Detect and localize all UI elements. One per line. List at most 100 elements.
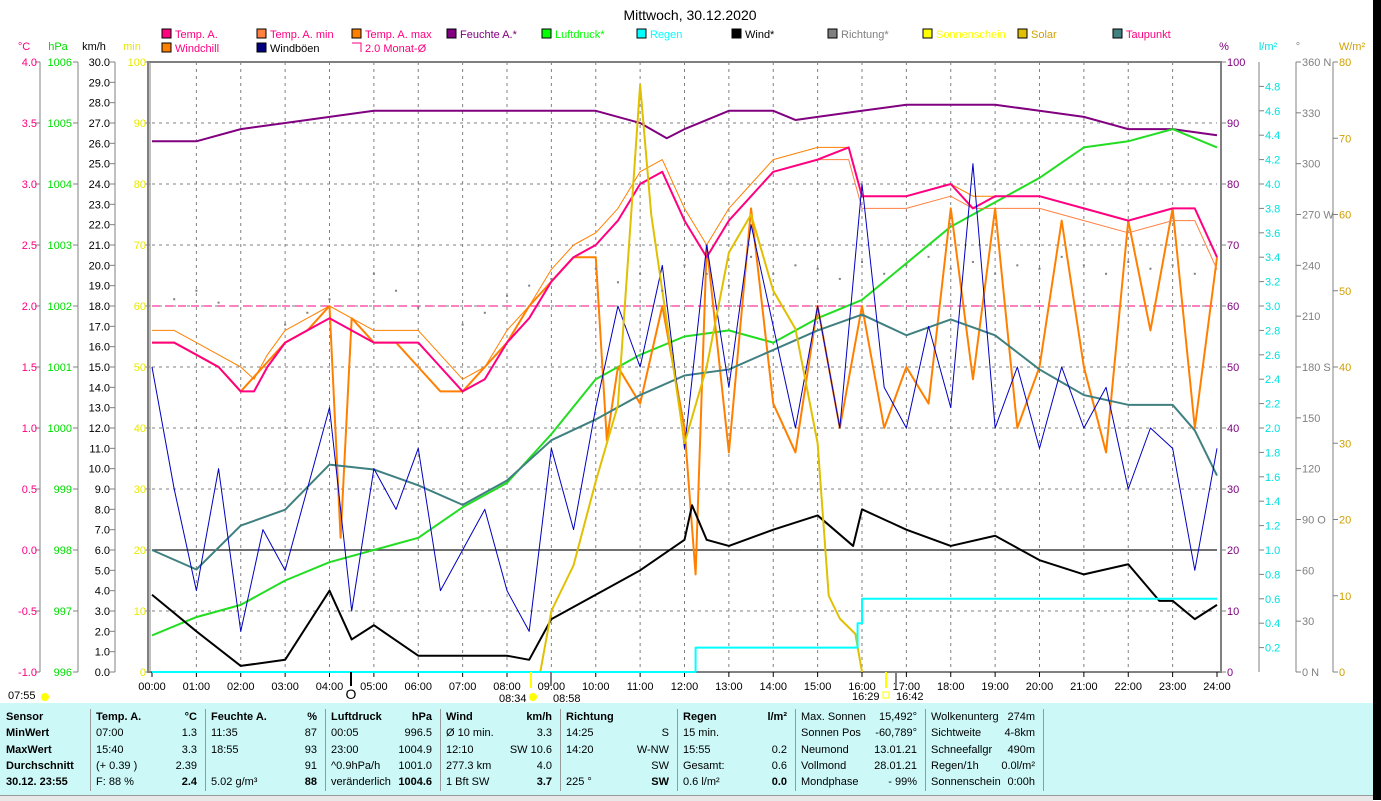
stats-label: Feuchte A. xyxy=(211,711,267,723)
stats-value: 28.01.21 xyxy=(874,759,917,772)
sunset-civil-time: 16:42 xyxy=(896,691,924,703)
stats-label: 5.02 g/m³ xyxy=(211,776,258,789)
axis-tick-label: 120 xyxy=(1302,464,1320,476)
stats-row: 18:55 93 xyxy=(205,742,325,758)
axis-tick-label: 4.0 xyxy=(95,586,110,598)
axis-tick-label: 4.4 xyxy=(1265,130,1280,142)
stats-value: 274m xyxy=(1007,711,1035,723)
stats-row: Gesamt: 0.6 xyxy=(677,758,795,774)
stats-label: Sonnen Pos xyxy=(801,727,861,740)
stats-label: Temp. A. xyxy=(96,711,142,723)
direction-point xyxy=(639,272,642,275)
axis-tick-label: 40 xyxy=(1227,423,1239,435)
axis-tick-label: 999 xyxy=(54,484,72,496)
stats-value: 490m xyxy=(1007,743,1035,756)
stats-row: Schneefallgr 490m xyxy=(925,742,1043,758)
stats-label: 18:55 xyxy=(211,743,239,756)
sunrise-civil-time: 07:55 xyxy=(8,690,36,702)
axis-tick-label: 1.0 xyxy=(22,423,37,435)
stats-label: 277.3 km xyxy=(446,759,492,772)
axis-tick-label: 3.0 xyxy=(95,606,110,618)
direction-point xyxy=(395,289,398,292)
legend-item: 2.0 Monat-Ø xyxy=(352,42,427,55)
series-line-wind xyxy=(151,504,1218,667)
stats-value: -60,789° xyxy=(875,727,917,740)
axis-tick-label: 18.0 xyxy=(89,301,110,313)
axis-unit-solar: W/m² xyxy=(1339,41,1366,53)
x-tick-label: 15:00 xyxy=(804,681,832,693)
direction-point xyxy=(616,281,619,284)
legend: Temp. A. Temp. A. min Temp. A. max Feuchte … xyxy=(161,28,1171,55)
legend-item: Richtung* xyxy=(827,28,889,41)
axis-tick-label: 50 xyxy=(1339,286,1351,298)
x-tick-label: 23:00 xyxy=(1159,681,1187,693)
stats-value: 13.01.21 xyxy=(874,743,917,756)
axis-tick-label: 100 xyxy=(128,57,146,69)
stats-label: F: 88 % xyxy=(96,776,134,789)
stats-column: Max. Sonnen 15,492° Sonnen Pos -60,789° Neum… xyxy=(795,709,926,791)
axis-tick-label: 15.0 xyxy=(89,362,110,374)
direction-point xyxy=(417,306,420,309)
sunrise-time: 08:34 xyxy=(499,693,527,703)
axis-tick-label: 11.0 xyxy=(89,443,110,455)
axis-tick-label: 0.0 xyxy=(95,667,110,679)
stats-row: Wind km/h xyxy=(440,709,560,725)
stats-row: Ø 10 min. 3.3 xyxy=(440,725,560,741)
stats-label: Durchschnitt xyxy=(6,759,74,772)
direction-point xyxy=(306,311,309,314)
sunset-time: 16:29 xyxy=(852,691,880,703)
stats-value: 0.6 xyxy=(771,759,787,772)
axis-tick-label: 2.2 xyxy=(1265,399,1280,411)
legend-item: Taupunkt xyxy=(1112,28,1171,41)
axis-tick-label: 330 xyxy=(1302,108,1320,120)
x-tick-label: 08:00 xyxy=(493,681,521,693)
axis-tick-label: 998 xyxy=(54,545,72,557)
stats-value: 4-8km xyxy=(1004,727,1035,740)
x-tick-label: 10:00 xyxy=(582,681,610,693)
stats-row: 1 Bft SW 3.7 xyxy=(440,774,560,790)
stats-value: 88 xyxy=(304,776,317,789)
stats-value: SW xyxy=(651,776,669,789)
legend-label: Solar xyxy=(1031,29,1057,41)
axis-tick-label: 8.0 xyxy=(95,504,110,516)
axis-tick-label: 1000 xyxy=(48,423,72,435)
stats-row: Richtung xyxy=(560,709,677,725)
axis-tick-label: 20 xyxy=(134,545,146,557)
sun-icon xyxy=(41,693,49,701)
legend-swatch xyxy=(1017,28,1028,39)
direction-point xyxy=(683,264,686,267)
legend-label: Temp. A. max xyxy=(365,29,432,41)
axis-tick-label: 0.0 xyxy=(22,545,37,557)
direction-point xyxy=(506,294,508,297)
stats-row: Vollmond 28.01.21 xyxy=(795,758,925,774)
sun-icon xyxy=(529,693,537,701)
legend-label: Windchill xyxy=(175,43,219,55)
stats-row: 277.3 km 4.0 xyxy=(440,758,560,774)
stats-row: 15 min. xyxy=(677,725,795,741)
axis-tick-label: 10 xyxy=(134,606,146,618)
stats-label: 14:25 xyxy=(566,727,594,740)
axis-tick-label: 4.0 xyxy=(22,57,37,69)
axis-unit-humidity: % xyxy=(1219,41,1229,53)
axis-tick-label: 50 xyxy=(1227,362,1239,374)
axis-tick-label: -0.5 xyxy=(18,606,37,618)
stats-row: MaxWert xyxy=(0,742,90,758)
axis-tick-label: 90 O xyxy=(1302,515,1326,527)
series-line-solar xyxy=(539,83,863,673)
stats-row: Durchschnitt xyxy=(0,758,90,774)
stats-label: Neumond xyxy=(801,743,849,756)
stats-label: Regen xyxy=(683,711,717,723)
sun-start-time: 08:58 xyxy=(553,693,581,703)
direction-point xyxy=(816,267,819,270)
stats-row: 00:05 996.5 xyxy=(325,725,440,741)
stats-row: 15:55 0.2 xyxy=(677,742,795,758)
stats-row: Wolkenunterg 274m xyxy=(925,709,1043,725)
stats-value: 0.0 xyxy=(771,776,787,789)
direction-point xyxy=(883,272,886,275)
axis-tick-label: 0 xyxy=(1339,667,1345,679)
stats-value: km/h xyxy=(526,711,552,723)
stats-value: 91 xyxy=(304,759,317,772)
stats-value: S xyxy=(661,727,669,740)
grid xyxy=(147,61,1222,673)
axis-tick-label: 24.0 xyxy=(89,179,110,191)
